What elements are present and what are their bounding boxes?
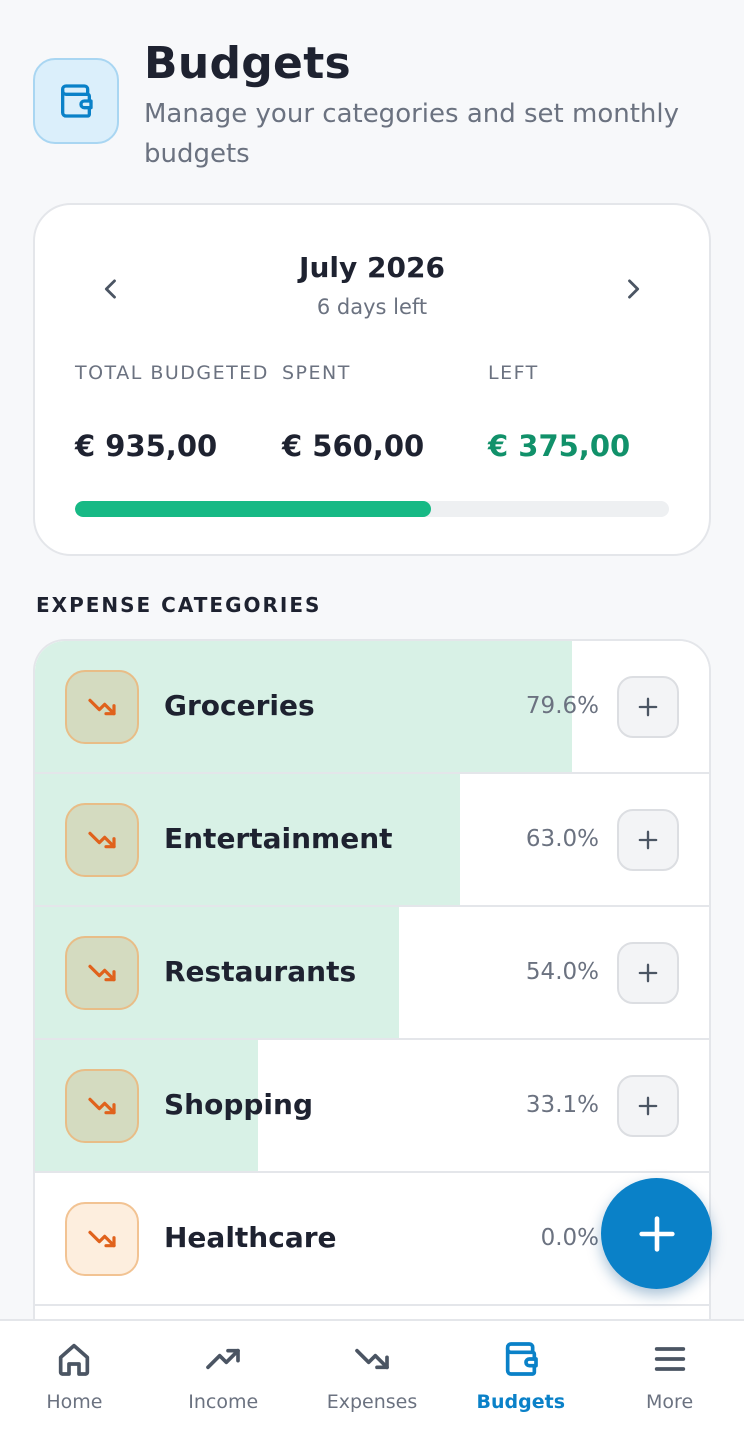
category-row[interactable]: Groceries 79.6% — [35, 641, 709, 774]
category-icon — [65, 803, 139, 877]
category-icon — [65, 936, 139, 1010]
category-row[interactable]: Entertainment 63.0% — [35, 774, 709, 907]
stat-value: € 560,00 — [282, 429, 425, 463]
nav-label: More — [646, 1391, 694, 1413]
category-icon — [65, 1202, 139, 1276]
stat-spent: SPENT € 560,00 — [282, 357, 482, 463]
add-budget-button[interactable] — [617, 676, 679, 738]
nav-label: Expenses — [326, 1391, 418, 1413]
category-name: Restaurants — [164, 955, 357, 988]
chevron-right-icon[interactable] — [613, 269, 653, 309]
stat-label: TOTAL BUDGETED — [75, 362, 269, 384]
home-icon — [59, 1343, 90, 1376]
nav-item-home[interactable]: Home — [0, 1321, 149, 1448]
trending-down-icon — [88, 964, 116, 982]
menu-icon — [654, 1347, 685, 1371]
days-left-label: 6 days left — [316, 295, 428, 319]
category-row[interactable]: Restaurants 54.0% — [35, 907, 709, 1040]
add-fab-button[interactable] — [601, 1178, 712, 1289]
plus-icon — [638, 697, 658, 717]
category-percent: 79.6% — [525, 693, 599, 719]
month-label: July 2026 — [299, 251, 445, 284]
nav-item-income[interactable]: Income — [149, 1321, 298, 1448]
nav-item-budgets[interactable]: Budgets — [446, 1321, 595, 1448]
category-row[interactable]: Shopping 33.1% — [35, 1040, 709, 1173]
stat-value: € 375,00 — [488, 429, 631, 463]
section-title: EXPENSE CATEGORIES — [36, 593, 322, 617]
plus-icon — [638, 1096, 658, 1116]
trending-down-icon — [88, 1097, 116, 1115]
add-budget-button[interactable] — [617, 942, 679, 1004]
wallet-icon — [33, 58, 119, 144]
trending-down-icon — [88, 831, 116, 849]
category-name: Groceries — [164, 689, 315, 722]
budget-summary-card: July 2026 6 days left TOTAL BUDGETED € 9… — [33, 203, 711, 556]
plus-icon — [638, 830, 658, 850]
category-icon — [65, 670, 139, 744]
progress-fill — [75, 501, 431, 517]
page-subtitle: Manage your categories and set monthly b… — [144, 99, 679, 169]
category-percent: 63.0% — [525, 826, 599, 852]
page-title: Budgets — [144, 38, 352, 89]
budget-progress-bar — [75, 501, 669, 517]
plus-icon — [638, 1215, 675, 1252]
stat-left: LEFT € 375,00 — [488, 357, 688, 463]
trending-up-icon — [206, 1348, 241, 1370]
nav-item-more[interactable]: More — [595, 1321, 744, 1448]
category-name: Shopping — [164, 1088, 313, 1121]
nav-label: Home — [46, 1391, 103, 1413]
bottom-navigation: Home Income Expenses Budgets More — [0, 1319, 744, 1448]
nav-item-expenses[interactable]: Expenses — [298, 1321, 447, 1448]
category-percent: 0.0% — [540, 1225, 599, 1251]
nav-label: Budgets — [476, 1391, 566, 1413]
stat-total-budgeted: TOTAL BUDGETED € 935,00 — [75, 357, 275, 463]
nav-label: Income — [188, 1391, 259, 1413]
trending-down-icon — [88, 698, 116, 716]
stat-value: € 935,00 — [75, 429, 218, 463]
stat-label: SPENT — [282, 362, 351, 384]
trending-down-icon — [88, 1230, 116, 1248]
category-icon — [65, 1069, 139, 1143]
category-percent: 33.1% — [525, 1092, 599, 1118]
add-budget-button[interactable] — [617, 1075, 679, 1137]
category-name: Healthcare — [164, 1221, 337, 1254]
category-percent: 54.0% — [525, 959, 599, 985]
trending-down-icon — [355, 1348, 389, 1370]
stat-label: LEFT — [488, 362, 539, 384]
add-budget-button[interactable] — [617, 809, 679, 871]
wallet-icon — [505, 1342, 538, 1376]
plus-icon — [638, 963, 658, 983]
category-name: Entertainment — [164, 822, 393, 855]
